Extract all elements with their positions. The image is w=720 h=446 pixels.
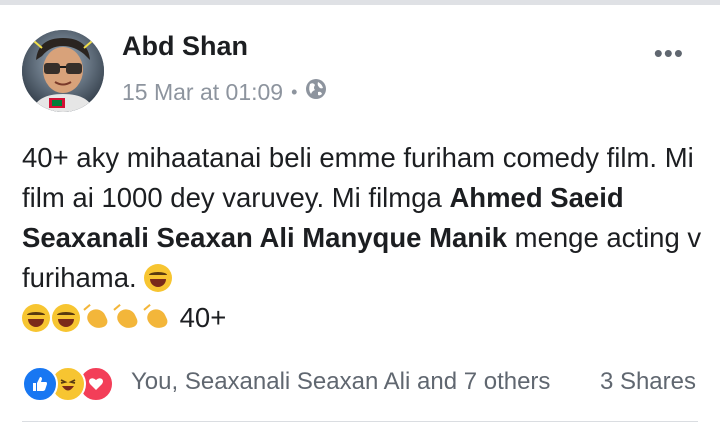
globe-icon[interactable] bbox=[305, 78, 327, 106]
post-text-part: 40+ bbox=[172, 302, 227, 333]
avatar[interactable] bbox=[22, 30, 104, 112]
clapping-hands-icon bbox=[112, 304, 140, 332]
meta-separator: • bbox=[291, 81, 298, 102]
shares-count[interactable]: 3 Shares bbox=[600, 368, 696, 396]
post-meta: 15 Mar at 01:09 • bbox=[122, 78, 327, 106]
avatar-image bbox=[22, 30, 104, 112]
face-with-tears-of-joy-icon bbox=[52, 304, 80, 332]
like-icon bbox=[22, 366, 58, 402]
face-with-tears-of-joy-icon bbox=[144, 264, 173, 292]
reactions-summary[interactable]: You, Seaxanali Seaxan Ali and 7 others bbox=[131, 368, 550, 396]
timestamp[interactable]: 15 Mar at 01:09 bbox=[122, 79, 283, 106]
author-name[interactable]: Abd Shan bbox=[122, 31, 248, 62]
top-divider bbox=[0, 0, 720, 5]
clapping-hands-icon bbox=[82, 304, 110, 332]
reaction-icons[interactable] bbox=[22, 366, 114, 402]
face-with-tears-of-joy-icon bbox=[22, 304, 50, 332]
footer-divider bbox=[22, 421, 698, 422]
post-text: 40+ aky mihaatanai beli emme furiham com… bbox=[22, 138, 702, 338]
clapping-hands-icon bbox=[142, 304, 170, 332]
more-options-icon[interactable]: ••• bbox=[654, 38, 684, 69]
